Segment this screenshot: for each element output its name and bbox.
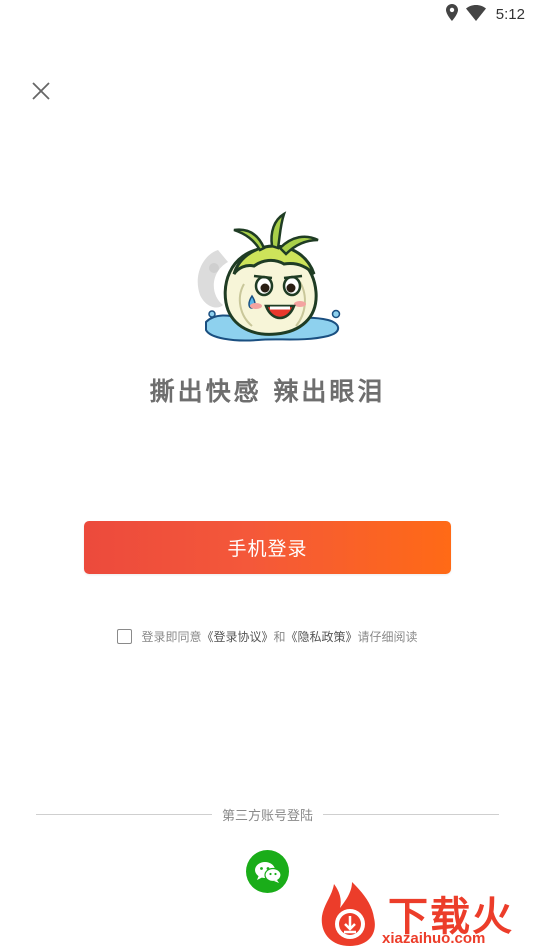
onion-mascot-logo [188,210,348,350]
location-icon [445,4,458,25]
close-button[interactable] [26,76,56,106]
wifi-icon [465,4,486,25]
agreement-row: 登录即同意 《登录协议》 和 《隐私政策》 请仔细阅读 [0,628,535,645]
app-slogan: 撕出快感 辣出眼泪 [149,377,386,406]
divider-right [323,814,500,815]
flame-logo-icon [321,882,375,946]
status-bar: 5:12 [0,0,535,30]
status-time: 5:12 [495,6,525,23]
agreement-conjunction: 和 [273,630,286,644]
wechat-icon [254,861,282,883]
watermark-url: xiazaihuo.com [382,930,486,947]
close-icon [32,82,50,100]
phone-login-label: 手机登录 [227,538,308,560]
agreement-prefix: 登录即同意 [141,630,202,644]
status-icons: 5:12 [445,4,525,25]
agreement-suffix: 请仔细阅读 [357,630,418,644]
divider-left [36,814,212,815]
terms-link[interactable]: 《登录协议》 [201,628,273,645]
third-party-label: 第三方账号登陆 [222,809,314,824]
third-party-login-divider: 第三方账号登陆 [36,805,500,824]
privacy-link[interactable]: 《隐私政策》 [286,628,358,645]
watermark: 下载火 xiazaihuo.com [316,880,531,948]
agreement-checkbox[interactable] [117,629,133,644]
wechat-login-button[interactable] [246,850,289,893]
phone-login-button[interactable]: 手机登录 [84,521,451,574]
